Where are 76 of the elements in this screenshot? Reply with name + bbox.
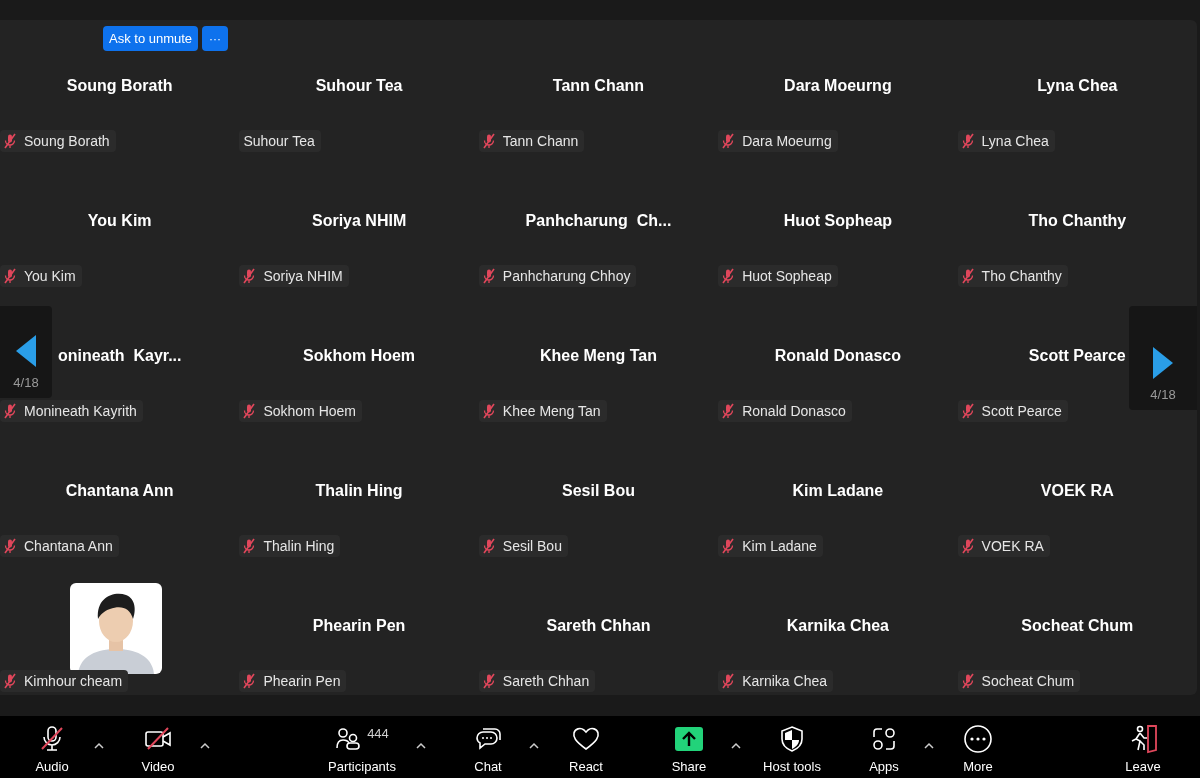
participant-name: You Kim (87, 211, 152, 231)
participant-name: Dara Moeurng (784, 76, 892, 96)
name-label-text: Panhcharung Chhoy (501, 266, 631, 286)
participant-name: Suhour Tea (315, 76, 403, 96)
participant-name: Ronald Donasco (774, 346, 901, 366)
toolbar-button[interactable]: Share (643, 720, 735, 776)
participants-icon (335, 725, 362, 752)
name-label-text: Khee Meng Tan (501, 401, 601, 421)
name-label-text: Thalin Hing (262, 536, 335, 556)
participant-name: Panhcharung Ch... (525, 211, 672, 231)
more-button[interactable]: ··· (202, 26, 229, 51)
name-label-text: Sareth Chhan (501, 671, 590, 691)
caret-icon[interactable] (529, 742, 539, 749)
participant-name: Tann Chann (552, 76, 645, 96)
right-arrow-icon (1153, 346, 1173, 379)
name-label-text: Tann Chann (501, 131, 579, 151)
name-label-text: Ronald Donasco (741, 401, 846, 421)
name-label-text: Chantana Ann (23, 536, 113, 556)
name-label-text: Scott Pearce (980, 401, 1062, 421)
name-label-text: Soriya NHIM (262, 266, 343, 286)
participant-name: Lyna Chea (1037, 76, 1118, 96)
toolbar-button[interactable]: 444 Participants (304, 720, 420, 776)
name-label-text: Kimhour cheam (23, 671, 123, 691)
name-label-text: Huot Sopheap (741, 266, 832, 286)
participant-name: Sareth Chhan (546, 616, 651, 636)
name-label-text: Socheat Chum (980, 671, 1075, 691)
name-label-text: Sesil Bou (501, 536, 562, 556)
participant-name: Socheat Chum (1021, 616, 1134, 636)
participant-name: Chantana Ann (65, 481, 174, 501)
toolbar-button[interactable]: Chat (443, 720, 533, 776)
participant-name: VOEK RA (1040, 481, 1114, 501)
name-label-text: Sokhom Hoem (262, 401, 356, 421)
toolbar-button[interactable]: React (541, 720, 631, 776)
toolbar-button[interactable]: Audio (6, 720, 98, 776)
participant-name: Sokhom Hoem (303, 346, 416, 366)
participant-count: 444 (367, 724, 389, 743)
toolbar-button[interactable]: Apps (840, 720, 928, 776)
previous-page-button[interactable]: 4/18 (0, 306, 52, 398)
participant-name: Huot Sopheap (783, 211, 893, 231)
participant-name: Soriya NHIM (311, 211, 407, 231)
participant-name: Tho Chanthy (1028, 211, 1127, 231)
name-label-text: Lyna Chea (980, 131, 1049, 151)
name-label-text: Kim Ladane (741, 536, 817, 556)
toolbar-button[interactable]: More (933, 720, 1023, 776)
name-label-text: Karnika Chea (741, 671, 827, 691)
left-arrow-icon (16, 334, 36, 367)
participant-name: Soung Borath (66, 76, 173, 96)
toolbar-button[interactable]: Host tools (744, 720, 840, 776)
name-label-text: Monineath Kayrith (23, 401, 137, 421)
name-label-text: You Kim (23, 266, 76, 286)
name-label-text: Soung Borath (23, 131, 110, 151)
caret-icon[interactable] (731, 742, 741, 749)
caret-icon[interactable] (924, 742, 934, 749)
participant-name: Phearin Pen (312, 616, 406, 636)
name-label-text: Tho Chanthy (980, 266, 1062, 286)
participant-name: Khee Meng Tan (539, 346, 657, 366)
share-icon (675, 726, 703, 751)
caret-icon[interactable] (200, 742, 210, 749)
caret-icon[interactable] (416, 742, 426, 749)
toolbar-button[interactable]: Leave (1103, 720, 1183, 776)
participant-name: Thalin Hing (315, 481, 403, 501)
next-page-button[interactable]: 4/18 (1129, 306, 1197, 410)
shield-icon (779, 724, 805, 753)
ask-to-unmute-button[interactable]: Ask to unmute (103, 26, 199, 51)
participant-name: Sesil Bou (562, 481, 635, 501)
toolbar-button[interactable]: Video (112, 720, 204, 776)
name-label-text: VOEK RA (980, 536, 1044, 556)
name-label-text: Dara Moeurng (741, 131, 832, 151)
participant-name: Karnika Chea (786, 616, 889, 636)
name-label-text: Phearin Pen (262, 671, 341, 691)
participant-name: Kim Ladane (792, 481, 884, 501)
name-label-text: Suhour Tea (242, 131, 315, 151)
participant-name: Scott Pearce (1028, 346, 1126, 366)
caret-icon[interactable] (94, 742, 104, 749)
participant-name: onineath Kayr... (57, 346, 182, 366)
more-icon (963, 723, 993, 754)
